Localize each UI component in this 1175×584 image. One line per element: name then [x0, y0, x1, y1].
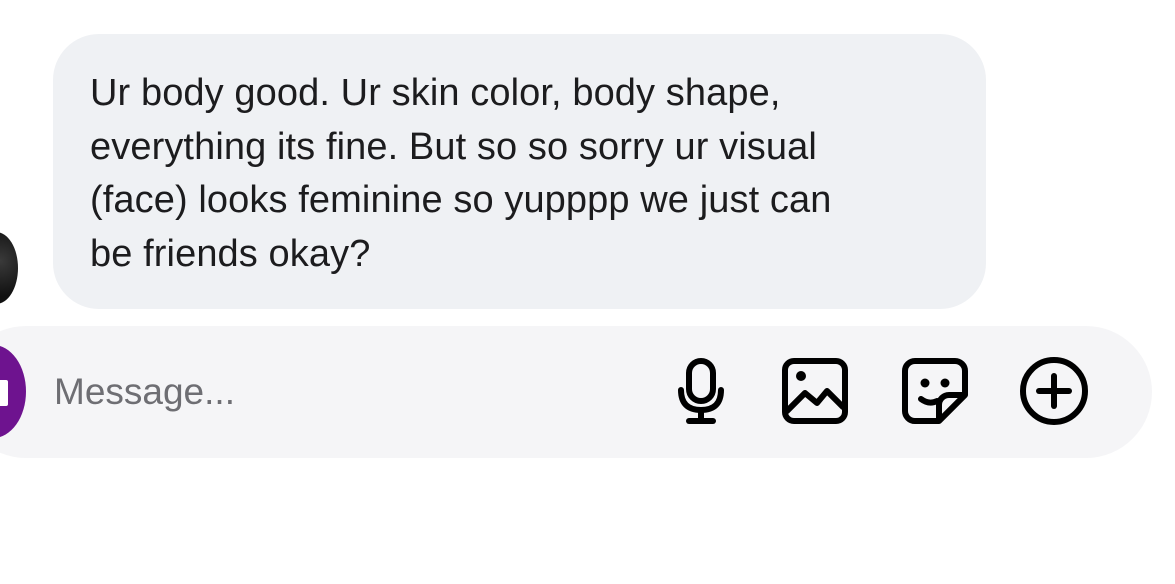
image-icon [782, 358, 848, 424]
voice-message-button[interactable] [665, 355, 737, 427]
sticker-button[interactable] [899, 355, 971, 427]
microphone-icon [678, 358, 724, 424]
more-options-button[interactable] [1018, 355, 1090, 427]
gallery-button[interactable] [779, 355, 851, 427]
sender-avatar[interactable] [0, 232, 18, 304]
message-text: Ur body good. Ur skin color, body shape,… [90, 72, 832, 275]
avatar-glyph [0, 380, 8, 406]
message-input[interactable] [54, 364, 614, 420]
chat-thread: Ur body good. Ur skin color, body shape,… [0, 0, 1175, 584]
plus-circle-icon [1020, 357, 1088, 425]
sticker-icon [902, 358, 968, 424]
incoming-message-bubble[interactable]: Ur body good. Ur skin color, body shape,… [53, 34, 986, 309]
